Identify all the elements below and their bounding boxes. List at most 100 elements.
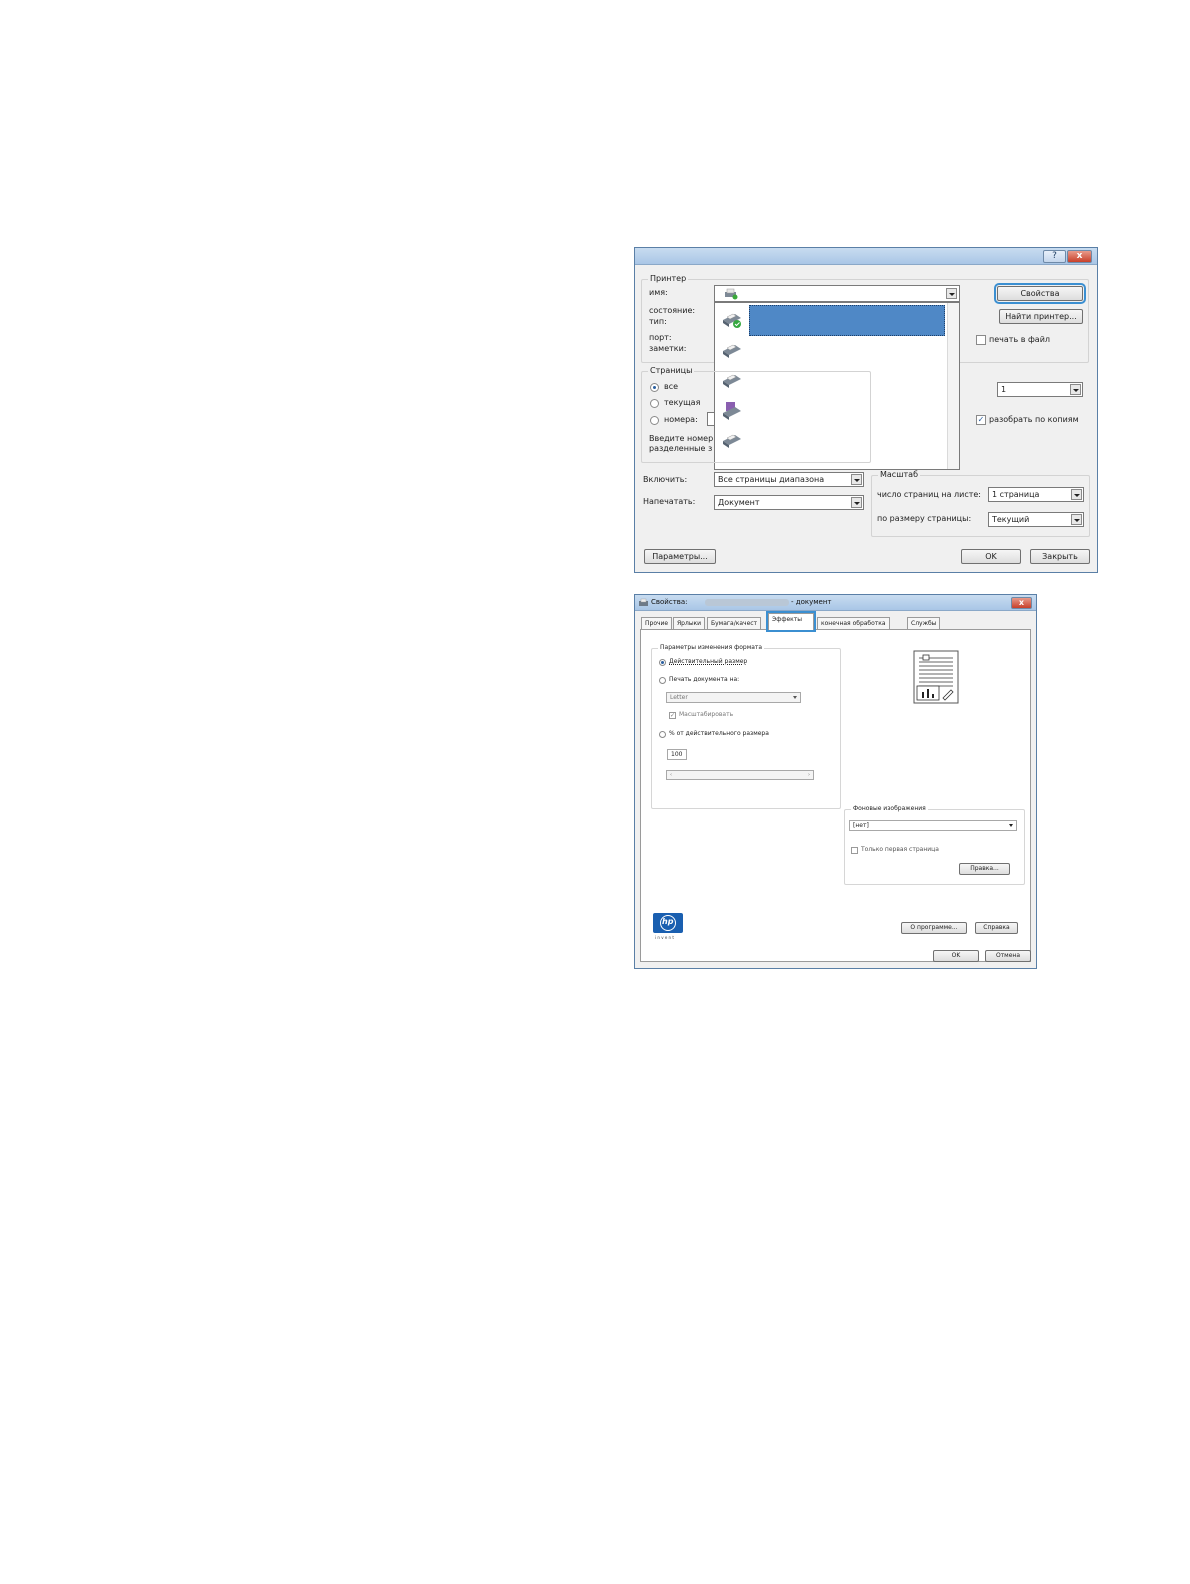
chevron-down-icon[interactable] xyxy=(1071,514,1082,525)
printer-icon xyxy=(723,344,741,358)
about-button[interactable]: О программе... xyxy=(901,922,967,934)
tab-effects[interactable]: Эффекты xyxy=(766,611,816,632)
actual-size-label: Действительный размер xyxy=(669,658,748,665)
all-pages-radio[interactable] xyxy=(650,383,659,392)
ok-button[interactable]: OK xyxy=(933,950,979,962)
pages-per-sheet-select[interactable]: 1 страница xyxy=(988,487,1084,502)
percent-label: % от действительного размера xyxy=(669,730,769,737)
list-item[interactable] xyxy=(717,337,749,365)
properties-button[interactable]: Свойства xyxy=(994,283,1086,304)
help-button[interactable]: ? xyxy=(1043,250,1066,263)
printer-icon xyxy=(639,598,648,606)
slider-right-arrow-icon: › xyxy=(808,772,810,778)
page-preview-icon xyxy=(913,650,959,704)
first-page-only-label: Только первая страница xyxy=(861,846,939,853)
scale-group-legend: Масштаб xyxy=(878,470,921,480)
status-label: состояние: xyxy=(649,306,696,315)
print-what-select[interactable]: Документ xyxy=(714,495,864,510)
print-to-file-checkbox[interactable] xyxy=(976,335,986,345)
notes-label: заметки: xyxy=(649,344,687,353)
scale-checkbox[interactable]: ✓ xyxy=(669,712,676,719)
print-dialog-titlebar: ? x xyxy=(635,248,1097,265)
hp-logo-text: hp xyxy=(662,917,674,926)
current-page-radio[interactable] xyxy=(650,399,659,408)
type-label: тип: xyxy=(649,317,667,326)
page-hint-line1: Введите номер xyxy=(649,434,714,443)
tab-shortcuts[interactable]: Ярлыки xyxy=(673,617,706,629)
chevron-down-icon[interactable] xyxy=(946,288,957,299)
print-to-file-label: печать в файл xyxy=(989,335,1051,344)
pages-per-sheet-value: 1 страница xyxy=(992,490,1040,499)
tab-other[interactable]: Прочие xyxy=(641,617,673,629)
include-select[interactable]: Все страницы диапазона xyxy=(714,472,864,487)
paper-size-select[interactable]: Letter xyxy=(666,692,801,703)
chevron-down-icon[interactable] xyxy=(851,497,862,508)
properties-title: Свойства: xyxy=(651,598,688,606)
print-on-radio[interactable] xyxy=(659,677,666,684)
printer-list-scrollbar[interactable] xyxy=(947,303,959,469)
watermark-value: [нет] xyxy=(853,822,869,829)
tab-services[interactable]: Службы xyxy=(907,617,941,629)
include-label: Включить: xyxy=(643,475,688,484)
printer-default-icon xyxy=(723,313,741,328)
properties-dialog: Свойства: - документ x Прочие Ярлыки Бум… xyxy=(634,594,1037,969)
chevron-down-icon[interactable] xyxy=(1071,489,1082,500)
slider-left-arrow-icon: ‹ xyxy=(670,772,672,778)
watermark-select[interactable]: [нет] xyxy=(849,820,1017,831)
scale-label: Масштабировать xyxy=(679,711,734,718)
close-icon[interactable]: x xyxy=(1067,250,1092,263)
spinner-icon[interactable] xyxy=(1070,384,1081,395)
resize-options-group: Параметры изменения формата xyxy=(651,644,841,809)
printer-group-legend: Принтер xyxy=(648,274,689,284)
scale-group: Масштаб xyxy=(871,470,1090,537)
collate-checkbox[interactable]: ✓ xyxy=(976,415,986,425)
percent-slider[interactable]: ‹ › xyxy=(666,770,814,780)
printer-list-selected-item[interactable] xyxy=(749,305,945,336)
resize-group-legend: Параметры изменения формата xyxy=(658,644,765,652)
paper-size-value: Letter xyxy=(670,694,688,701)
watermark-group-legend: Фоновые изображения xyxy=(851,805,928,813)
find-printer-button[interactable]: Найти принтер... xyxy=(999,309,1083,324)
properties-titlebar: Свойства: - документ x xyxy=(635,595,1036,611)
help-button[interactable]: Справка xyxy=(975,922,1018,934)
chevron-down-icon xyxy=(793,696,797,699)
actual-size-radio[interactable] xyxy=(659,659,666,666)
first-page-only-checkbox[interactable] xyxy=(851,847,858,854)
pages-group-legend: Страницы xyxy=(648,366,695,376)
close-icon[interactable]: x xyxy=(1011,597,1032,609)
name-label: имя: xyxy=(649,288,668,297)
fit-to-label: по размеру страницы: xyxy=(877,514,972,523)
ok-button[interactable]: OK xyxy=(961,549,1021,564)
pages-per-sheet-label: число страниц на листе: xyxy=(877,490,981,499)
include-value: Все страницы диапазона xyxy=(718,475,825,484)
page-numbers-radio[interactable] xyxy=(650,416,659,425)
fit-to-value: Текущий xyxy=(992,515,1030,524)
tab-finishing[interactable]: конечная обработка xyxy=(817,617,890,629)
collate-label: разобрать по копиям xyxy=(989,415,1079,424)
hp-logo: hp xyxy=(653,913,683,933)
copies-spinner[interactable]: 1 xyxy=(997,382,1083,397)
fit-to-select[interactable]: Текущий xyxy=(988,512,1084,527)
print-dialog: ? x Принтер имя: состояние: тип: порт: з… xyxy=(634,247,1098,573)
percent-input[interactable]: 100 xyxy=(667,749,687,760)
print-what-label: Напечатать: xyxy=(643,497,696,506)
options-button[interactable]: Параметры... xyxy=(644,549,716,564)
tab-paper-quality[interactable]: Бумага/качест xyxy=(707,617,762,629)
print-what-value: Документ xyxy=(718,498,760,507)
list-item[interactable] xyxy=(717,306,749,334)
edit-button[interactable]: Правка... xyxy=(959,863,1010,875)
page-hint-line2: разделенные з xyxy=(649,444,713,453)
hp-invent-text: i n v e n t xyxy=(655,935,674,940)
close-button[interactable]: Закрыть xyxy=(1030,549,1090,564)
chevron-down-icon[interactable] xyxy=(851,474,862,485)
printer-name-combo[interactable] xyxy=(714,285,960,302)
printer-name-redacted xyxy=(705,599,789,606)
port-label: порт: xyxy=(649,333,672,342)
cancel-button[interactable]: Отмена xyxy=(985,950,1031,962)
page-numbers-input[interactable] xyxy=(707,412,715,426)
printer-icon xyxy=(725,288,738,300)
all-pages-label: все xyxy=(664,382,679,391)
percent-radio[interactable] xyxy=(659,731,666,738)
page-numbers-label: номера: xyxy=(664,415,698,424)
print-on-label: Печать документа на: xyxy=(669,676,740,683)
